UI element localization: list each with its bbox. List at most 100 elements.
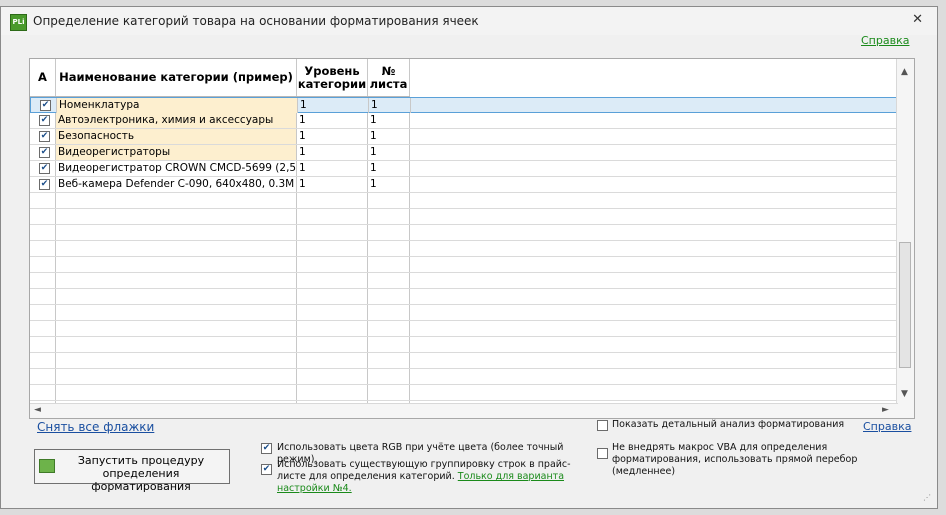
- cell-check[interactable]: [30, 385, 56, 400]
- cell-check[interactable]: [30, 225, 56, 240]
- cell-sheet[interactable]: 1: [368, 177, 410, 192]
- table-row[interactable]: ✔ Веб-камера Defender C-090, 640x480, 0.3…: [30, 177, 898, 193]
- table-row[interactable]: ✔ Видеорегистраторы 1 1: [30, 145, 898, 161]
- cell-name[interactable]: Веб-камера Defender C-090, 640x480, 0.3M…: [56, 177, 297, 192]
- cell-name[interactable]: [56, 209, 297, 224]
- cell-level[interactable]: [297, 193, 368, 208]
- table-row[interactable]: ✔ Номенклатура 1 1: [30, 97, 898, 113]
- no-vba-checkbox[interactable]: [597, 448, 608, 459]
- scroll-up-icon[interactable]: ▲: [901, 67, 908, 77]
- cell-name[interactable]: [56, 353, 297, 368]
- help-link-top[interactable]: Справка: [861, 34, 909, 47]
- table-row[interactable]: ✔ Видеорегистратор CROWN CMCD-5699 (2,5",…: [30, 161, 898, 177]
- cell-level[interactable]: 1: [297, 113, 368, 128]
- empty-row[interactable]: [30, 225, 898, 241]
- cell-sheet[interactable]: 1: [368, 113, 410, 128]
- cell-level[interactable]: 1: [297, 129, 368, 144]
- table-row[interactable]: ✔ Автоэлектроника, химия и аксессуары 1 1: [30, 113, 898, 129]
- cell-name[interactable]: Видеорегистраторы: [56, 145, 297, 160]
- cell-check[interactable]: [30, 257, 56, 272]
- show-analysis-checkbox[interactable]: [597, 420, 608, 431]
- cell-level[interactable]: [297, 241, 368, 256]
- cell-level[interactable]: 1: [297, 161, 368, 176]
- cell-sheet[interactable]: 1: [369, 98, 411, 113]
- scroll-right-icon[interactable]: ►: [882, 405, 889, 415]
- cell-sheet[interactable]: [368, 209, 410, 224]
- cell-level[interactable]: [297, 209, 368, 224]
- cell-check[interactable]: ✔: [30, 129, 56, 144]
- cell-check[interactable]: [30, 321, 56, 336]
- empty-row[interactable]: [30, 289, 898, 305]
- empty-row[interactable]: [30, 193, 898, 209]
- cell-sheet[interactable]: [368, 305, 410, 320]
- cell-check[interactable]: [30, 369, 56, 384]
- empty-row[interactable]: [30, 273, 898, 289]
- cell-name[interactable]: Номенклатура: [57, 98, 298, 113]
- cell-level[interactable]: 1: [297, 145, 368, 160]
- header-col-a[interactable]: А: [30, 59, 56, 96]
- empty-row[interactable]: [30, 337, 898, 353]
- cell-level[interactable]: [297, 273, 368, 288]
- cell-level[interactable]: [297, 321, 368, 336]
- vertical-scrollbar[interactable]: ▲ ▼: [896, 59, 914, 418]
- cell-sheet[interactable]: [368, 241, 410, 256]
- cell-name[interactable]: [56, 369, 297, 384]
- row-checkbox[interactable]: ✔: [39, 163, 50, 174]
- run-procedure-button[interactable]: Запустить процедуру определения форматир…: [34, 449, 230, 493]
- cell-name[interactable]: Видеорегистратор CROWN CMCD-5699 (2,5", …: [56, 161, 297, 176]
- cell-level[interactable]: [297, 385, 368, 400]
- cell-check[interactable]: [30, 353, 56, 368]
- cell-level[interactable]: [297, 305, 368, 320]
- cell-sheet[interactable]: [368, 321, 410, 336]
- cell-check[interactable]: ✔: [30, 145, 56, 160]
- cell-name[interactable]: Безопасность: [56, 129, 297, 144]
- header-col-level[interactable]: Уровень категории: [297, 59, 368, 96]
- cell-sheet[interactable]: [368, 289, 410, 304]
- cell-level[interactable]: [297, 337, 368, 352]
- empty-row[interactable]: [30, 257, 898, 273]
- cell-check[interactable]: ✔: [31, 98, 57, 113]
- cell-sheet[interactable]: 1: [368, 161, 410, 176]
- cell-name[interactable]: [56, 241, 297, 256]
- cell-sheet[interactable]: [368, 369, 410, 384]
- cell-level[interactable]: [297, 289, 368, 304]
- cell-name[interactable]: [56, 321, 297, 336]
- horizontal-scrollbar[interactable]: ◄ ►: [30, 403, 898, 418]
- empty-row[interactable]: [30, 385, 898, 401]
- cell-sheet[interactable]: [368, 385, 410, 400]
- cell-sheet[interactable]: [368, 353, 410, 368]
- empty-row[interactable]: [30, 321, 898, 337]
- resize-grip-icon[interactable]: ⋰: [923, 493, 931, 502]
- cell-check[interactable]: [30, 193, 56, 208]
- empty-row[interactable]: [30, 353, 898, 369]
- close-icon[interactable]: ✕: [912, 12, 923, 27]
- table-row[interactable]: ✔ Безопасность 1 1: [30, 129, 898, 145]
- cell-level[interactable]: [297, 257, 368, 272]
- cell-name[interactable]: Автоэлектроника, химия и аксессуары: [56, 113, 297, 128]
- cell-check[interactable]: ✔: [30, 113, 56, 128]
- cell-check[interactable]: [30, 337, 56, 352]
- cell-sheet[interactable]: 1: [368, 129, 410, 144]
- cell-check[interactable]: [30, 273, 56, 288]
- row-checkbox[interactable]: ✔: [39, 115, 50, 126]
- cell-sheet[interactable]: 1: [368, 145, 410, 160]
- cell-level[interactable]: [297, 225, 368, 240]
- clear-flags-link[interactable]: Снять все флажки: [37, 420, 154, 434]
- empty-row[interactable]: [30, 305, 898, 321]
- help-link-bottom[interactable]: Справка: [863, 420, 911, 433]
- cell-name[interactable]: [56, 289, 297, 304]
- cell-name[interactable]: [56, 337, 297, 352]
- cell-name[interactable]: [56, 225, 297, 240]
- row-checkbox[interactable]: ✔: [40, 100, 51, 111]
- cell-check[interactable]: [30, 241, 56, 256]
- empty-row[interactable]: [30, 369, 898, 385]
- cell-sheet[interactable]: [368, 337, 410, 352]
- use-rgb-checkbox[interactable]: ✔: [261, 443, 272, 454]
- cell-check[interactable]: ✔: [30, 161, 56, 176]
- cell-level[interactable]: [297, 353, 368, 368]
- cell-level[interactable]: 1: [298, 98, 369, 113]
- row-checkbox[interactable]: ✔: [39, 179, 50, 190]
- header-col-sheet[interactable]: № листа: [368, 59, 410, 96]
- row-checkbox[interactable]: ✔: [39, 131, 50, 142]
- cell-name[interactable]: [56, 257, 297, 272]
